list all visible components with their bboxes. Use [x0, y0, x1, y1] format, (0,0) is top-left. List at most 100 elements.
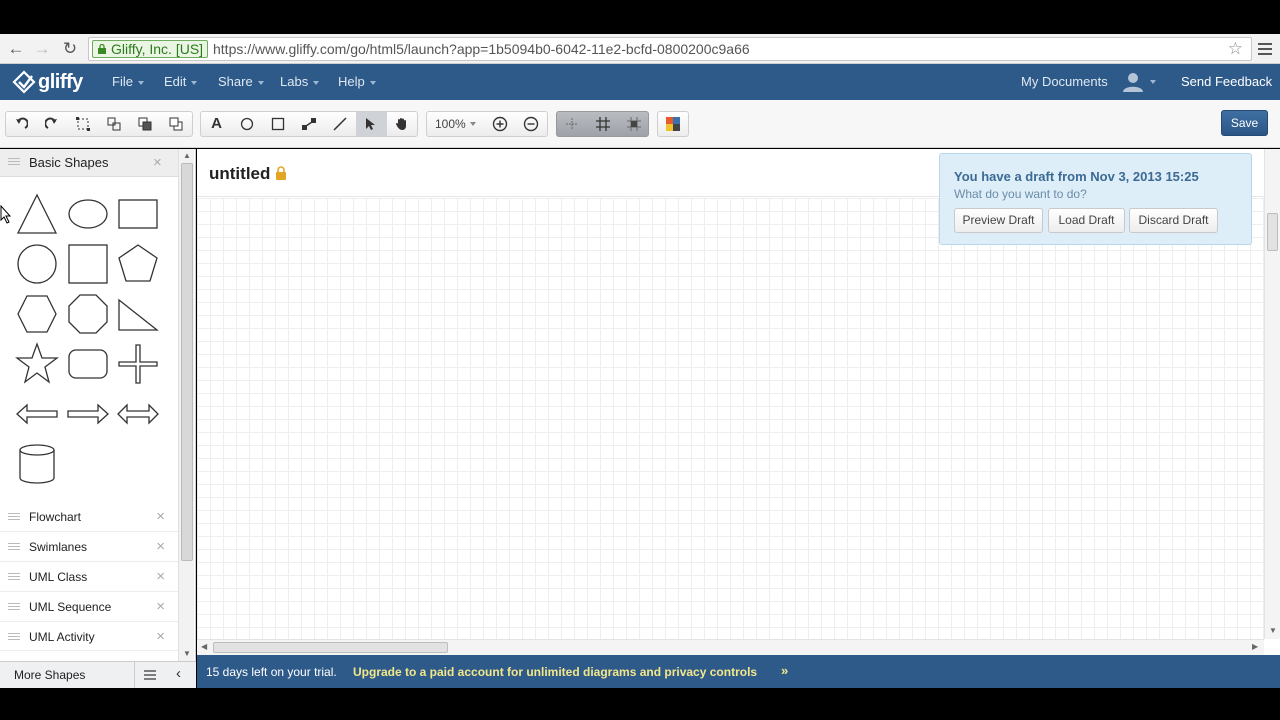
- zoom-in-icon[interactable]: [485, 112, 516, 136]
- library-uml-activity[interactable]: UML Activity ×: [0, 622, 178, 651]
- zoom-select[interactable]: 100%: [427, 112, 485, 136]
- ellipse-shape[interactable]: [66, 192, 110, 236]
- send-feedback-link[interactable]: Send Feedback: [1181, 74, 1272, 89]
- lock-icon[interactable]: [275, 166, 287, 180]
- logo-icon: [12, 70, 36, 94]
- close-icon[interactable]: ×: [153, 154, 162, 171]
- document-title[interactable]: untitled: [209, 164, 270, 184]
- hexagon-shape[interactable]: [15, 292, 59, 336]
- connector-tool-icon[interactable]: [294, 112, 325, 136]
- chevron-down-icon: [137, 80, 144, 85]
- star-shape[interactable]: [15, 342, 59, 386]
- library-swimlanes[interactable]: Swimlanes ×: [0, 532, 178, 562]
- close-icon[interactable]: ×: [156, 508, 165, 525]
- reload-icon[interactable]: ↻: [60, 39, 80, 59]
- scroll-left-icon[interactable]: ◀: [201, 642, 207, 651]
- panel-scroll-thumb[interactable]: [181, 163, 193, 561]
- address-bar[interactable]: Gliffy, Inc. [US] https://www.gliffy.com…: [88, 37, 1252, 61]
- drag-handle-icon[interactable]: [8, 603, 20, 612]
- back-icon[interactable]: ←: [6, 39, 26, 59]
- library-uml-class[interactable]: UML Class ×: [0, 562, 178, 592]
- bookmark-star-icon[interactable]: ☆: [1228, 39, 1243, 59]
- scroll-right-icon[interactable]: ▶: [1252, 642, 1258, 651]
- scroll-up-icon[interactable]: ▲: [183, 151, 191, 160]
- my-documents-link[interactable]: My Documents: [1021, 74, 1108, 89]
- menu-file[interactable]: File: [112, 74, 144, 89]
- vertical-scroll-thumb[interactable]: [1267, 213, 1278, 251]
- pointer-tool-icon[interactable]: [356, 112, 387, 136]
- rounded-rectangle-shape[interactable]: [66, 342, 110, 386]
- pentagon-shape[interactable]: [116, 242, 160, 286]
- chevron-down-icon: [470, 122, 476, 126]
- cross-shape[interactable]: [116, 342, 160, 386]
- drag-handle-icon[interactable]: [8, 513, 20, 522]
- menu-labs[interactable]: Labs: [280, 74, 320, 89]
- ungroup-icon[interactable]: [99, 112, 130, 136]
- snap-guides-icon[interactable]: [557, 112, 588, 136]
- menu-edit[interactable]: Edit: [164, 74, 198, 89]
- redo-icon[interactable]: [37, 112, 68, 136]
- close-icon[interactable]: ×: [156, 538, 165, 555]
- forward-icon[interactable]: →: [32, 39, 52, 59]
- theme-group: [657, 111, 689, 137]
- menu-share[interactable]: Share: [218, 74, 264, 89]
- preview-draft-button[interactable]: Preview Draft: [954, 208, 1043, 233]
- grid-options-group: [556, 111, 649, 137]
- right-triangle-shape[interactable]: [116, 292, 160, 336]
- octagon-shape[interactable]: [66, 292, 110, 336]
- left-arrow-shape[interactable]: [15, 392, 59, 436]
- grid-icon[interactable]: [588, 112, 619, 136]
- pan-hand-icon[interactable]: [387, 112, 418, 136]
- double-chevron-right-icon[interactable]: »: [781, 663, 788, 678]
- vertical-scrollbar[interactable]: ▼: [1264, 149, 1280, 639]
- zoom-group: 100%: [426, 111, 548, 137]
- ellipse-tool-icon[interactable]: [232, 112, 263, 136]
- triangle-shape[interactable]: [15, 192, 59, 236]
- drag-handle-icon[interactable]: [8, 158, 20, 167]
- text-tool-icon[interactable]: A: [201, 112, 232, 136]
- library-uml-sequence[interactable]: UML Sequence ×: [0, 592, 178, 622]
- diagram-canvas[interactable]: [197, 198, 1264, 639]
- drag-handle-icon[interactable]: [8, 633, 20, 642]
- color-theme-icon[interactable]: [658, 112, 689, 136]
- bring-to-front-icon[interactable]: [130, 112, 161, 136]
- rectangle-tool-icon[interactable]: [263, 112, 294, 136]
- drag-handle-icon[interactable]: [8, 543, 20, 552]
- menu-help[interactable]: Help: [338, 74, 376, 89]
- close-icon[interactable]: ×: [156, 568, 165, 585]
- certificate-badge[interactable]: Gliffy, Inc. [US]: [92, 40, 209, 58]
- collapse-panel-icon[interactable]: ‹: [176, 665, 181, 682]
- browser-menu-icon[interactable]: [1258, 43, 1272, 58]
- panel-scrollbar[interactable]: ▲ ▼: [178, 149, 194, 661]
- line-tool-icon[interactable]: [325, 112, 356, 136]
- user-avatar-icon[interactable]: [1122, 71, 1144, 93]
- scroll-down-icon[interactable]: ▼: [1269, 626, 1277, 635]
- group-icon[interactable]: [68, 112, 99, 136]
- circle-shape[interactable]: [15, 242, 59, 286]
- library-flowchart[interactable]: Flowchart ×: [0, 502, 178, 532]
- scroll-down-icon[interactable]: ▼: [183, 649, 191, 658]
- snap-to-grid-icon[interactable]: [619, 112, 650, 136]
- drag-handle-icon[interactable]: [8, 573, 20, 582]
- upgrade-link[interactable]: Upgrade to a paid account for unlimited …: [353, 665, 757, 679]
- more-shapes-button[interactable]: More Shapes: [0, 662, 135, 688]
- url-text[interactable]: https://www.gliffy.com/go/html5/launch?a…: [213, 40, 750, 58]
- close-icon[interactable]: ×: [156, 598, 165, 615]
- rectangle-shape[interactable]: [116, 192, 160, 236]
- load-draft-button[interactable]: Load Draft: [1048, 208, 1125, 233]
- basic-shapes-header[interactable]: Basic Shapes ×: [0, 149, 178, 177]
- user-menu-chevron-icon[interactable]: [1150, 80, 1156, 84]
- double-arrow-shape[interactable]: [116, 392, 160, 436]
- square-shape[interactable]: [66, 242, 110, 286]
- undo-icon[interactable]: [6, 112, 37, 136]
- discard-draft-button[interactable]: Discard Draft: [1129, 208, 1218, 233]
- right-arrow-shape[interactable]: [66, 392, 110, 436]
- zoom-out-icon[interactable]: [516, 112, 547, 136]
- close-icon[interactable]: ×: [156, 628, 165, 645]
- manage-libraries-icon[interactable]: [143, 669, 157, 681]
- horizontal-scrollbar[interactable]: ◀ ▶: [197, 639, 1264, 655]
- cylinder-shape[interactable]: [15, 442, 59, 486]
- send-to-back-icon[interactable]: [161, 112, 192, 136]
- save-button[interactable]: Save: [1221, 110, 1268, 136]
- horizontal-scroll-thumb[interactable]: [213, 642, 448, 653]
